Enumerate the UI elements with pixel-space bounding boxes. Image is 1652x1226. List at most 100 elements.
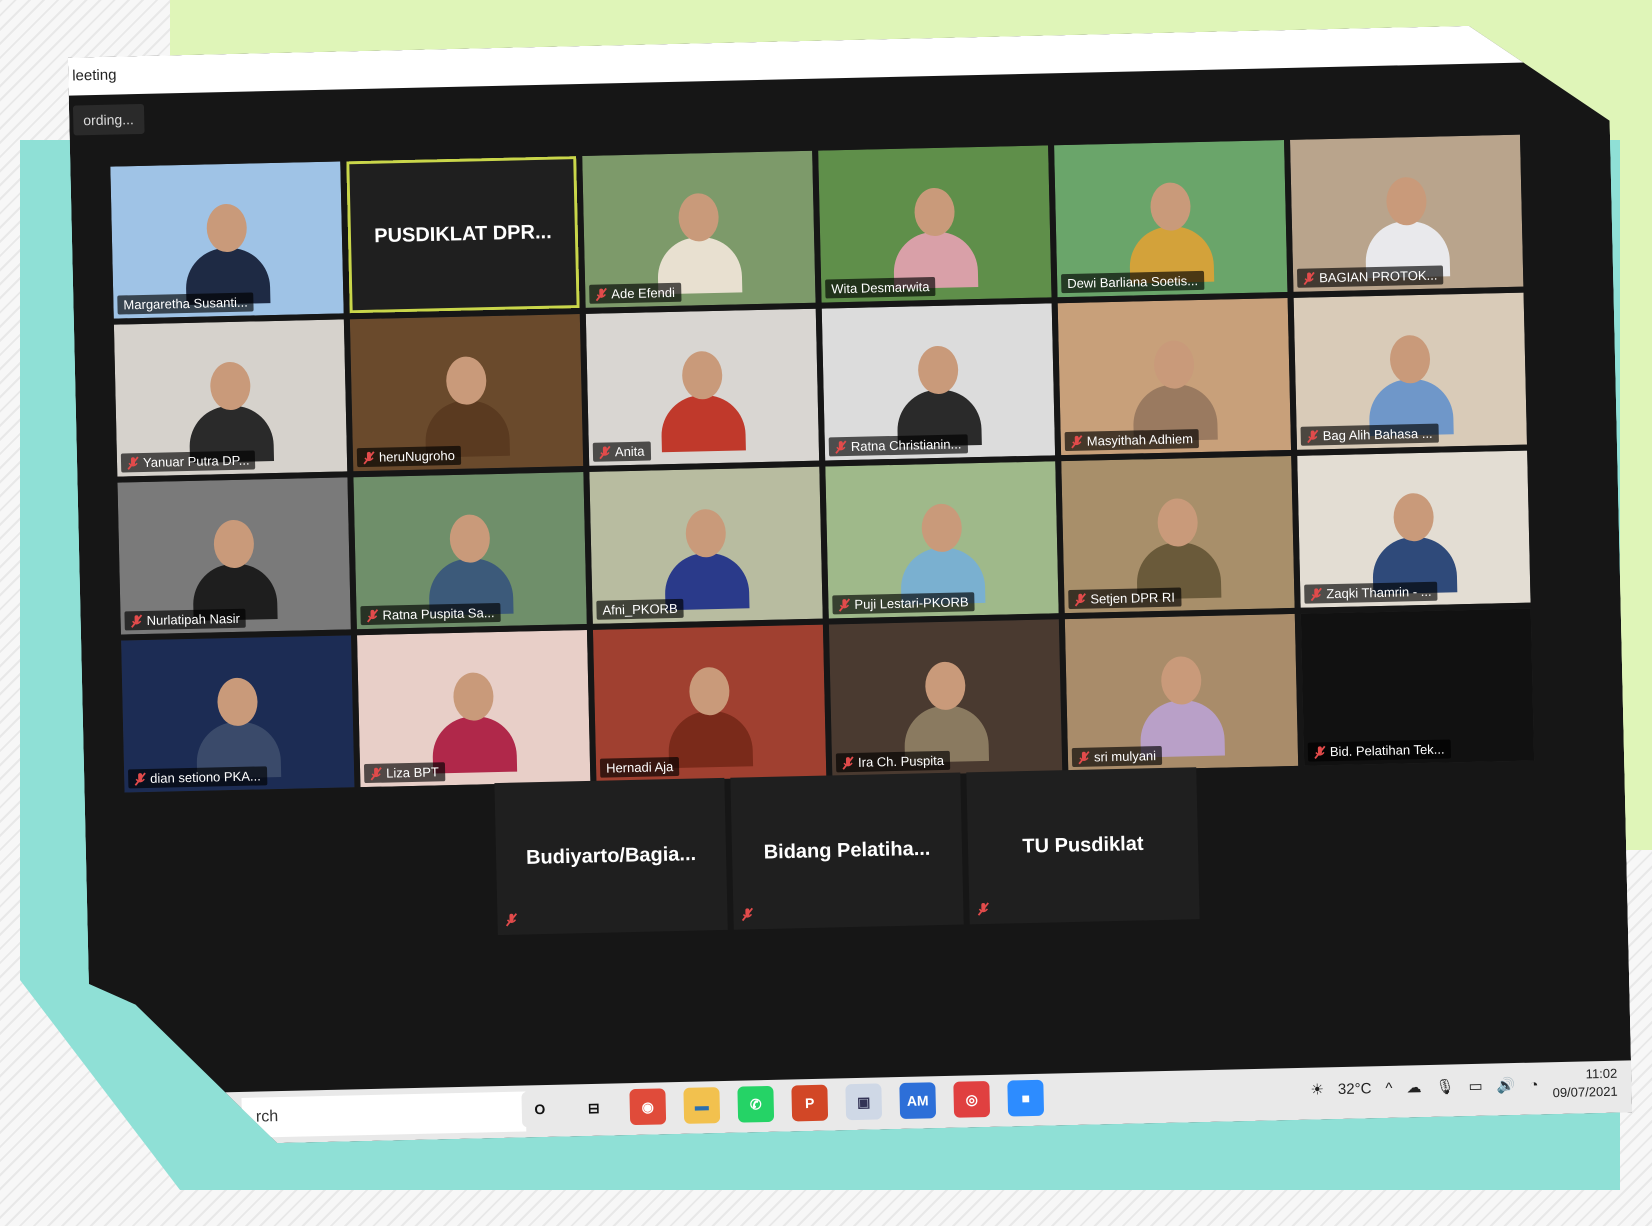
- participant-tile[interactable]: Zaqki Thamrin - ...: [1297, 451, 1530, 608]
- weather-temperature[interactable]: 32°C: [1338, 1080, 1372, 1098]
- participant-name: Anita: [614, 443, 645, 460]
- mic-muted-icon: [1071, 434, 1083, 448]
- participant-tile[interactable]: Budiyarto/Bagia...: [494, 778, 727, 935]
- participant-tile[interactable]: Ratna Christianin...: [822, 303, 1055, 460]
- participant-name: Afni_PKORB: [602, 600, 678, 618]
- participant-tile[interactable]: Dewi Barliana Soetis...: [1054, 140, 1287, 297]
- participant-avatar: [663, 508, 749, 606]
- participant-name: Ratna Christianin...: [850, 436, 962, 454]
- participant-avatar: [427, 514, 513, 612]
- participant-avatar: [1367, 334, 1453, 432]
- file-explorer-icon[interactable]: ▬: [683, 1087, 720, 1124]
- taskbar-clock[interactable]: 11:02 09/07/2021: [1552, 1065, 1618, 1102]
- weather-icon[interactable]: ☀: [1310, 1080, 1324, 1098]
- whatsapp-icon[interactable]: ✆: [737, 1086, 774, 1123]
- participant-avatar: [1135, 498, 1221, 596]
- chrome-icon[interactable]: ◉: [629, 1088, 666, 1125]
- microphone-icon[interactable]: 🎙: [1435, 1077, 1454, 1095]
- participant-name-label: Wita Desmarwita: [825, 277, 936, 298]
- mic-muted-icon: [599, 445, 611, 459]
- task-view-icon[interactable]: ⊟: [575, 1090, 612, 1127]
- participant-tile[interactable]: Afni_PKORB: [589, 467, 822, 624]
- participant-name-label: Ratna Christianin...: [829, 434, 968, 456]
- wifi-icon[interactable]: ◔: [1529, 1076, 1538, 1093]
- participant-avatar: [667, 666, 753, 764]
- participant-avatar: [1139, 656, 1225, 754]
- participant-name: Zaqki Thamrin - ...: [1326, 583, 1432, 602]
- participant-tile[interactable]: Bag Alih Bahasa ...: [1294, 293, 1527, 450]
- participant-name-label: Anita: [593, 441, 651, 461]
- participant-avatar: [184, 203, 270, 301]
- mic-muted-icon: [370, 766, 382, 780]
- mic-muted-icon: [842, 755, 854, 769]
- participant-tile[interactable]: Yanuar Putra DP...: [114, 319, 347, 476]
- participant-tile[interactable]: Ratna Puspita Sa...: [353, 472, 586, 629]
- mic-muted-icon: [363, 450, 375, 464]
- participant-tile[interactable]: Hernadi Aja: [593, 625, 826, 782]
- cortana-icon[interactable]: O: [521, 1091, 558, 1128]
- participant-tile[interactable]: Margaretha Susanti...: [110, 161, 343, 318]
- zoom-icon[interactable]: ■: [1007, 1080, 1044, 1117]
- meeting-screenshot: leeting ording... Margaretha Susanti... P…: [68, 23, 1632, 1148]
- mic-muted-icon: [130, 614, 142, 628]
- participant-name: Puji Lestari-PKORB: [854, 594, 969, 612]
- participant-tile[interactable]: dian setiono PKA...: [121, 635, 354, 792]
- cloud-icon[interactable]: ☁: [1406, 1078, 1421, 1096]
- participant-tile[interactable]: Bid. Pelatihan Tek...: [1301, 609, 1534, 766]
- participant-name-label: Ade Efendi: [589, 283, 681, 304]
- speaker-icon[interactable]: 🔊: [1496, 1076, 1515, 1094]
- mic-muted-icon: [838, 597, 850, 611]
- participant-tile[interactable]: Ade Efendi: [582, 151, 815, 308]
- participant-name-label: Margaretha Susanti...: [117, 292, 254, 314]
- participant-name-label: Ira Ch. Puspita: [836, 751, 950, 773]
- participant-tile[interactable]: BAGIAN PROTOK...: [1290, 135, 1523, 292]
- participant-tile[interactable]: Masyithah Adhiem: [1058, 298, 1291, 455]
- participant-name-label: Dewi Barliana Soetis...: [1061, 271, 1204, 293]
- camera-app-icon[interactable]: ◎: [953, 1081, 990, 1118]
- taskbar-search-box[interactable]: rch: [241, 1091, 526, 1137]
- participant-name: sri mulyani: [1093, 748, 1157, 765]
- participant-name-label: Setjen DPR RI: [1068, 587, 1181, 609]
- gallery-row: dian setiono PKA... Liza BPT Hernadi Aja Ir…: [121, 608, 1544, 792]
- participant-tile[interactable]: Wita Desmarwita: [818, 145, 1051, 302]
- mic-muted-icon: [977, 902, 989, 916]
- mic-muted-icon: [1303, 271, 1315, 285]
- am-icon[interactable]: AM: [899, 1082, 936, 1119]
- battery-icon[interactable]: ▭: [1468, 1077, 1483, 1095]
- mic-muted-icon: [1074, 592, 1086, 606]
- participant-tile[interactable]: Bidang Pelatiha...: [730, 773, 963, 930]
- participant-name: Wita Desmarwita: [831, 279, 930, 297]
- participant-name: Ade Efendi: [611, 284, 676, 302]
- participant-avatar: [896, 345, 982, 443]
- participant-name-label: Bag Alih Bahasa ...: [1301, 424, 1439, 446]
- participant-avatar: [1132, 340, 1218, 438]
- mic-muted-icon: [1078, 750, 1090, 764]
- mic-muted-icon: [741, 907, 753, 921]
- gallery-row: Nurlatipah Nasir Ratna Puspita Sa... Afni_…: [117, 450, 1540, 634]
- screen-icon[interactable]: ▣: [845, 1083, 882, 1120]
- participant-tile[interactable]: TU Pusdiklat: [966, 767, 1199, 924]
- participant-tile[interactable]: Liza BPT: [357, 630, 590, 787]
- clock-time: 11:02: [1585, 1065, 1618, 1082]
- participant-name-label: heruNugroho: [357, 446, 461, 467]
- participant-tile[interactable]: Anita: [586, 309, 819, 466]
- participant-name-label: Zaqki Thamrin - ...: [1304, 582, 1438, 604]
- participant-name-label: Liza BPT: [364, 762, 445, 783]
- participant-avatar: [899, 503, 985, 601]
- participant-tile[interactable]: heruNugroho: [350, 314, 583, 471]
- window-title: leeting: [72, 66, 117, 85]
- clock-date: 09/07/2021: [1552, 1083, 1618, 1101]
- powerpoint-icon[interactable]: P: [791, 1085, 828, 1122]
- participant-tile[interactable]: Puji Lestari-PKORB: [825, 461, 1058, 618]
- participant-tile[interactable]: Ira Ch. Puspita: [829, 619, 1062, 776]
- participant-avatar: [424, 356, 510, 454]
- participant-name: Ratna Puspita Sa...: [382, 605, 495, 623]
- participant-tile[interactable]: Setjen DPR RI: [1061, 456, 1294, 613]
- participant-tile[interactable]: PUSDIKLAT DPR...: [346, 156, 579, 313]
- participant-tile[interactable]: sri mulyani: [1065, 614, 1298, 771]
- recording-indicator[interactable]: ording...: [73, 104, 144, 136]
- participant-tile[interactable]: Nurlatipah Nasir: [117, 477, 350, 634]
- chevron-up-icon[interactable]: ^: [1385, 1079, 1392, 1096]
- gallery-row: Yanuar Putra DP... heruNugroho Anita Ratna …: [114, 292, 1537, 476]
- participant-name-label: Hernadi Aja: [600, 757, 680, 778]
